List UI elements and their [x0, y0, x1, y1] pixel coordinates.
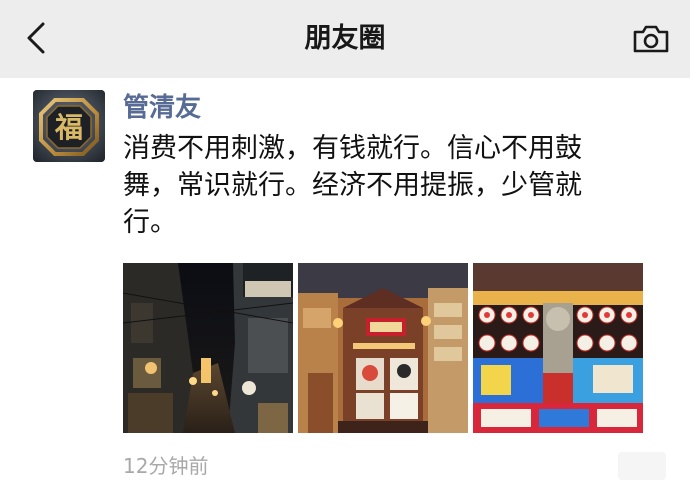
camera-icon — [633, 25, 669, 53]
fu-emblem-avatar: 福 — [33, 90, 105, 162]
post-image-3[interactable] — [473, 263, 643, 433]
comment-like-button[interactable] — [618, 452, 666, 480]
author-name[interactable]: 管清友 — [123, 90, 201, 126]
avatar[interactable]: 福 — [33, 90, 105, 162]
post-content: 消费不用刺激，有钱就行。信心不用鼓 舞，常识就行。经济不用提振，少管就 行。 — [123, 133, 582, 238]
top-nav-bar: 朋友圈 — [0, 0, 690, 78]
lantern-sign-photo — [473, 263, 643, 433]
night-alley-photo — [123, 263, 293, 433]
camera-button[interactable] — [628, 18, 674, 60]
post-timestamp: 12分钟前 — [123, 454, 209, 478]
moments-page: 朋友圈 福 管清友 消费不用刺激，有钱就行。信心不用鼓 舞，常识就行。经济不用提… — [0, 0, 690, 491]
post-image-1[interactable] — [123, 263, 293, 433]
theater-facade-photo — [298, 263, 468, 433]
avatar-character: 福 — [54, 111, 83, 144]
post-image-2[interactable] — [298, 263, 468, 433]
page-title: 朋友圈 — [304, 23, 386, 54]
